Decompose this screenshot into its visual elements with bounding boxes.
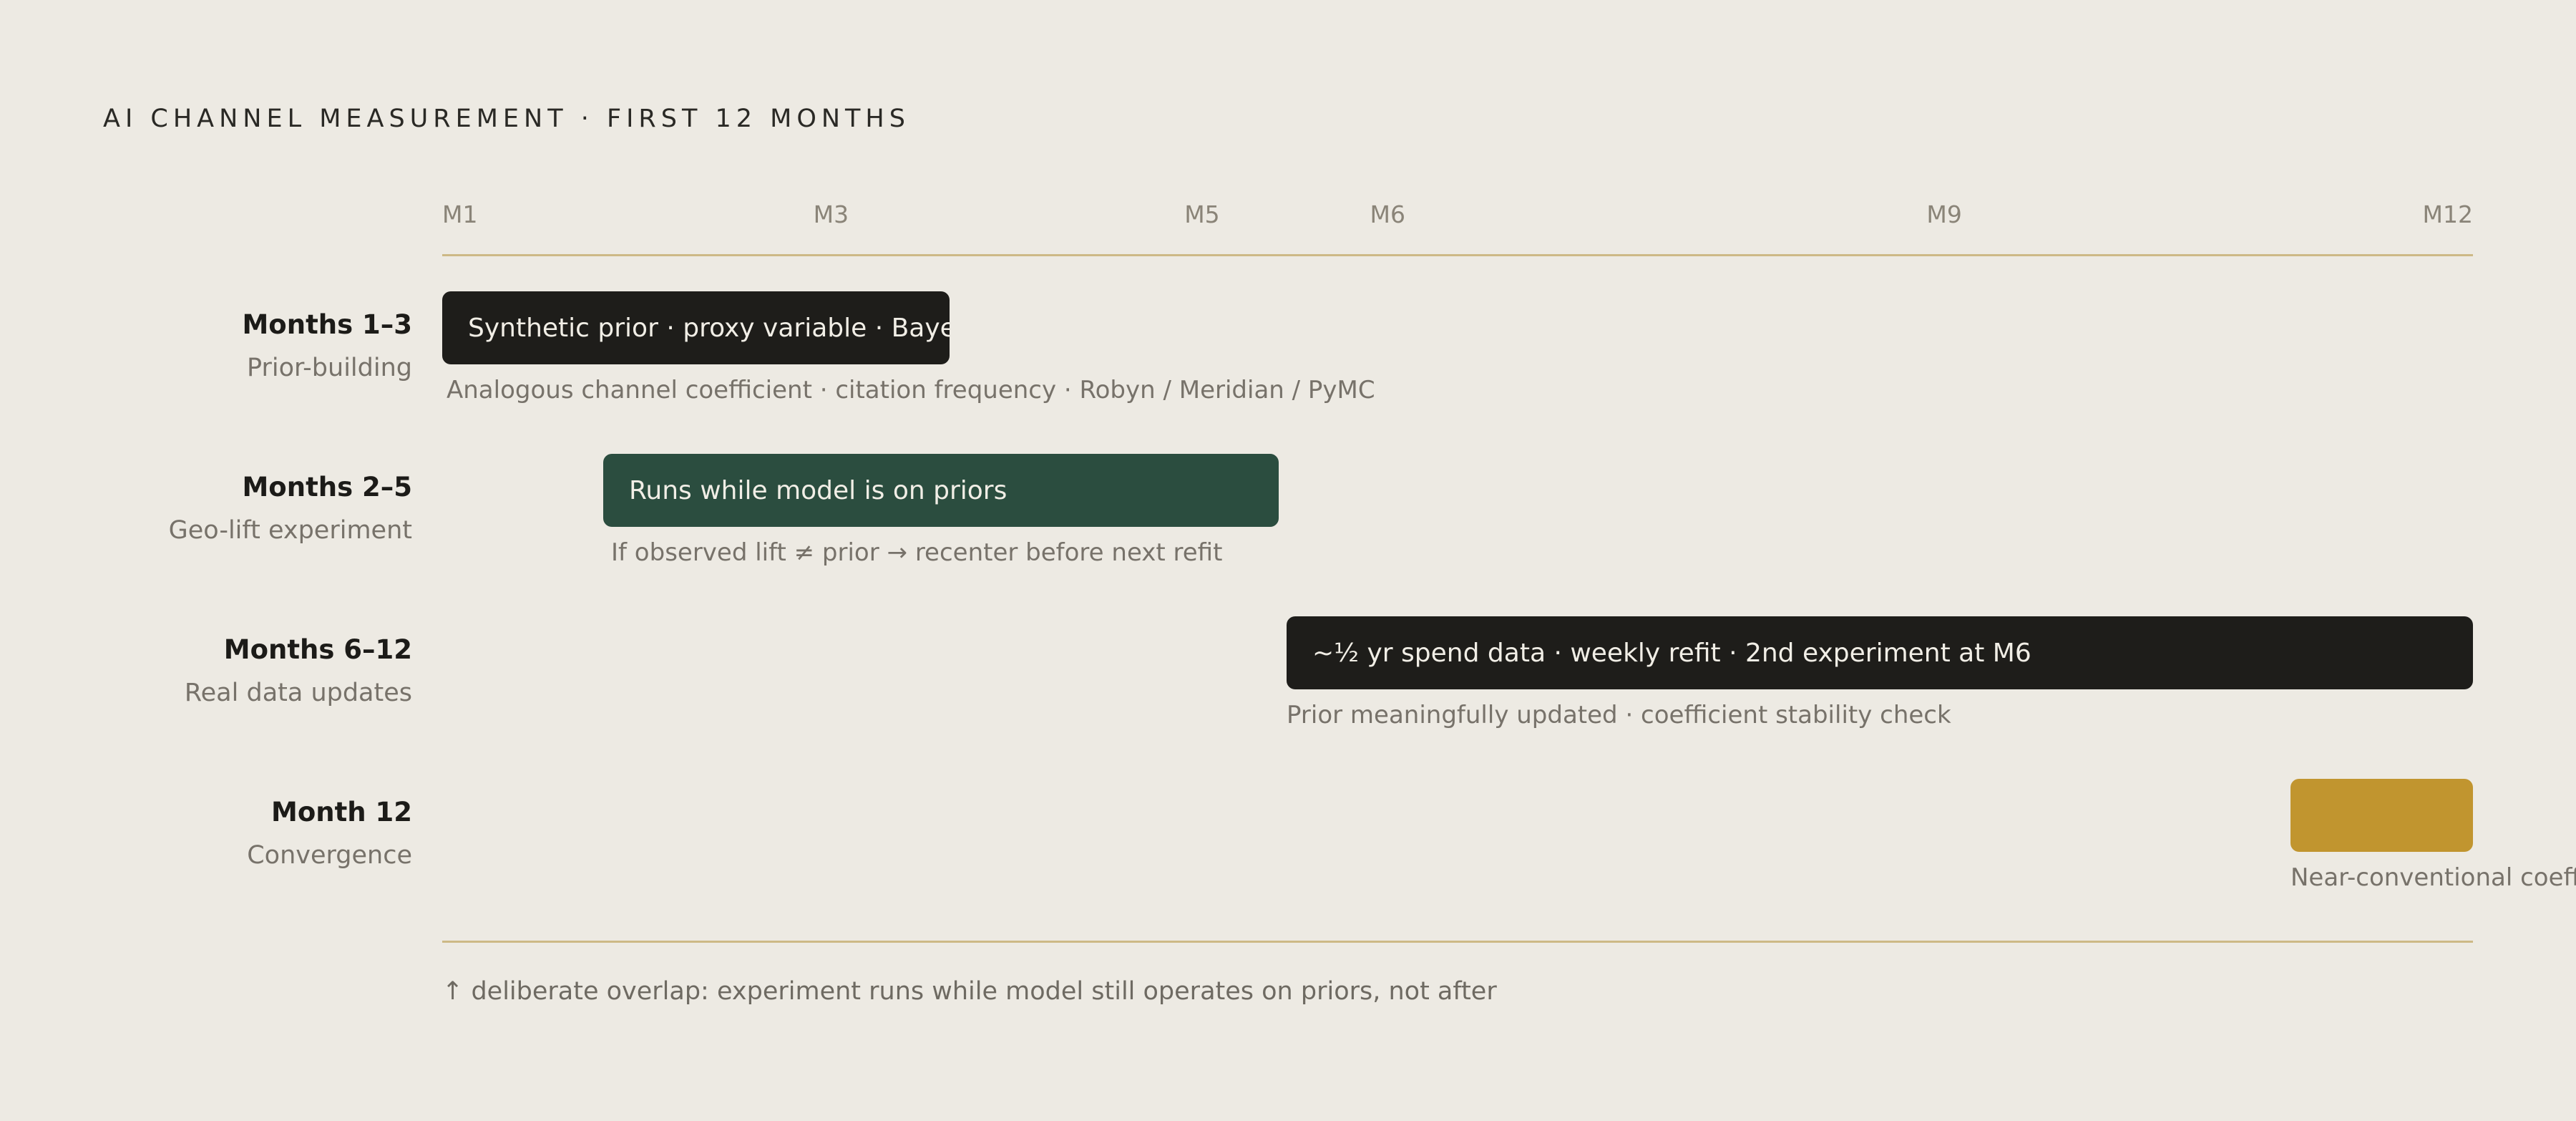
phase-label: Months 1–3 Prior-building (242, 309, 412, 384)
phase-bar: ~½ yr spend data · weekly refit · 2nd ex… (1287, 616, 2473, 689)
x-tick-label: M1 (442, 200, 478, 228)
x-tick-label: M12 (2422, 200, 2473, 228)
phase-label: Months 6–12 Real data updates (185, 634, 412, 709)
chart-title: AI CHANNEL MEASUREMENT · FIRST 12 MONTHS (103, 105, 910, 133)
phase-bar: Runs while model is on priors (603, 454, 1279, 527)
phase-title: Months 1–3 (242, 309, 412, 340)
phase-subtitle: Convergence (247, 841, 412, 870)
phase-note: Prior meaningfully updated · coefficient… (1287, 701, 1951, 729)
phase-title: Months 2–5 (242, 472, 412, 503)
top-axis-rule (442, 254, 2473, 256)
phase-title: Month 12 (271, 797, 412, 828)
footnote: ↑ deliberate overlap: experiment runs wh… (442, 977, 1497, 1006)
phase-note: Analogous channel coefficient · citation… (447, 376, 1375, 404)
phase-label: Month 12 Convergence (247, 796, 412, 872)
phase-bar-text: ~½ yr spend data · weekly refit · 2nd ex… (1312, 638, 2031, 668)
phase-note: If observed lift ≠ prior → recenter befo… (611, 538, 1223, 567)
x-tick-label: M3 (813, 200, 849, 228)
phase-bar (2290, 779, 2473, 852)
timeline-chart: AI CHANNEL MEASUREMENT · FIRST 12 MONTHS… (0, 0, 2576, 1121)
phase-bar: Synthetic prior · proxy variable · Bayes… (442, 291, 950, 364)
x-tick-label: M6 (1370, 200, 1405, 228)
phase-subtitle: Geo-lift experiment (168, 516, 412, 545)
phase-label: Months 2–5 Geo-lift experiment (169, 471, 412, 547)
x-tick-label: M5 (1184, 200, 1220, 228)
x-tick-label: M9 (1926, 200, 1962, 228)
phase-bar-text: Runs while model is on priors (629, 475, 1008, 505)
phase-subtitle: Prior-building (247, 354, 412, 382)
phase-subtitle: Real data updates (184, 679, 412, 707)
phase-title: Months 6–12 (223, 634, 412, 665)
phase-note: Near-conventional coeff (2290, 863, 2576, 892)
phase-bar-text: Synthetic prior · proxy variable · Bayes… (468, 313, 950, 343)
bottom-axis-rule (442, 941, 2473, 943)
